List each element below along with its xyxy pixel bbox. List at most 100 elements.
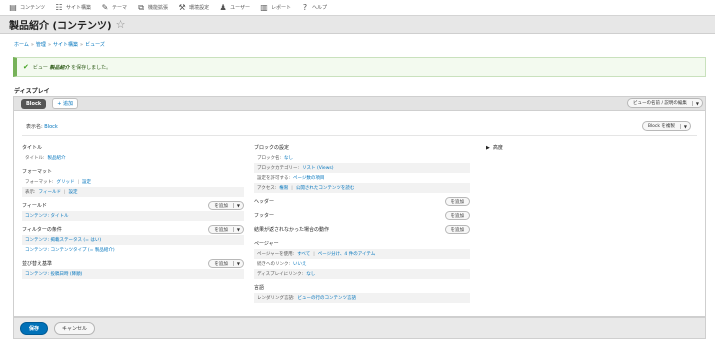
toolbar-label: ユーザー <box>230 5 250 11</box>
field-row: コンテンツ: タイトル <box>22 211 244 221</box>
content-icon: ▤ <box>9 2 17 12</box>
display-link-link[interactable]: なし <box>306 271 315 277</box>
toolbar-label: レポート <box>270 5 291 11</box>
cancel-button[interactable]: キャンセル <box>54 321 96 335</box>
title-row: タイトル: 製品紹介 <box>22 153 244 163</box>
format-settings-link[interactable]: 設定 <box>82 179 91 185</box>
save-button[interactable]: 保存 <box>20 321 49 335</box>
block-category-link[interactable]: リスト (Views) <box>302 165 333 171</box>
shortcut-star-icon[interactable]: ☆ <box>116 19 126 30</box>
filter-add-dropbutton: を追加 ▼ <box>208 225 244 234</box>
row-label: ブロックカテゴリー: <box>257 166 300 171</box>
pager-settings-link[interactable]: ページ分け、4 件のアイテム <box>318 251 376 257</box>
structure-icon: ☷ <box>55 2 63 12</box>
field-link[interactable]: コンテンツ: タイトル <box>25 213 68 219</box>
section-label: フォーマット <box>22 169 53 175</box>
row-label: ディスプレイにリンク: <box>257 272 304 277</box>
toolbar-item-people[interactable]: ♟ ユーザー <box>214 0 255 16</box>
section-block-settings: ブロックの設定 <box>254 142 470 153</box>
displays-heading: ディスプレイ <box>14 88 50 95</box>
pager-row: ページャーを使用: すべて | ページ分け、4 件のアイテム <box>254 249 470 259</box>
admin-toolbar: ▤ コンテンツ ☷ サイト構築 ✎ テーマ ⧉ 機能拡張 ⚒ 環境設定 ♟ ユー… <box>0 0 715 16</box>
no-results-add-dropbutton: を追加 <box>444 225 470 234</box>
add-display-button[interactable]: + 追加 <box>52 98 79 109</box>
chevron-down-icon[interactable]: ▼ <box>232 227 243 232</box>
show-value-link[interactable]: フィールド <box>39 189 61 195</box>
allow-settings-row: 設定を許可する: ページ数の項目 <box>254 173 470 183</box>
divider: | <box>313 251 315 257</box>
reports-icon: ▥ <box>260 2 268 12</box>
toolbar-label: テーマ <box>112 5 128 11</box>
breadcrumb-home[interactable]: ホーム <box>14 42 29 48</box>
section-label: フィルターの条件 <box>22 227 62 233</box>
chevron-down-icon[interactable]: ▼ <box>232 203 243 208</box>
filter-row: コンテンツ: 掲載ステータス (= はい) <box>22 235 244 245</box>
row-label: 続きへのリンク: <box>257 262 291 267</box>
sort-row: コンテンツ: 投稿日時 (降順) <box>22 269 244 279</box>
show-settings-link[interactable]: 設定 <box>68 189 77 195</box>
breadcrumb-admin[interactable]: 管理 <box>36 42 46 48</box>
advanced-label: 高度 <box>492 145 503 151</box>
block-name-link[interactable]: なし <box>284 155 293 161</box>
render-language-row: レンダリング言語: ビューの行のコンテンツ言語 <box>254 293 470 303</box>
sort-link[interactable]: コンテンツ: 投稿日時 (降順) <box>25 271 82 277</box>
section-label: 結果が返されなかった場合の動作 <box>254 227 330 233</box>
more-link-link[interactable]: いいえ <box>293 261 307 267</box>
fields-add-button[interactable]: を追加 <box>209 203 233 209</box>
no-results-add-button[interactable]: を追加 <box>446 227 470 233</box>
format-value-link[interactable]: グリッド <box>57 179 75 185</box>
footer-add-button[interactable]: を追加 <box>446 213 470 219</box>
filter-add-button[interactable]: を追加 <box>209 227 233 233</box>
section-label: タイトル <box>22 145 43 151</box>
people-icon: ♟ <box>219 2 227 12</box>
message-view-name: 製品紹介 <box>49 64 70 71</box>
sort-add-button[interactable]: を追加 <box>209 261 233 267</box>
toolbar-label: ヘルプ <box>312 5 328 11</box>
breadcrumb-views[interactable]: ビューズ <box>85 42 105 48</box>
display-settings-panel: 表示名: Block Block を複製 ▼ タイトル タイトル: 製品紹介 フ… <box>13 111 706 317</box>
message-prefix: ビュー <box>32 64 48 71</box>
allow-settings-link[interactable]: ページ数の項目 <box>293 175 324 181</box>
toolbar-item-appearance[interactable]: ✎ テーマ <box>96 0 132 16</box>
advanced-toggle[interactable]: ▶ 高度 <box>486 142 696 153</box>
plus-icon: + <box>57 101 62 107</box>
display-link-row: ディスプレイにリンク: なし <box>254 269 470 279</box>
section-label: ヘッダー <box>254 199 275 205</box>
header-add-button[interactable]: を追加 <box>446 199 470 205</box>
chevron-down-icon[interactable]: ▼ <box>691 100 702 106</box>
access-settings-link[interactable]: 公開されたコンテンツを読む <box>296 185 355 191</box>
filter-link[interactable]: コンテンツ: コンテンツタイプ (= 製品紹介) <box>25 247 115 253</box>
duplicate-display-dropbutton: Block を複製 ▼ <box>641 121 691 131</box>
tab-block[interactable]: Block <box>21 98 47 109</box>
access-link[interactable]: 権限 <box>279 185 288 191</box>
toolbar-item-content[interactable]: ▤ コンテンツ <box>4 0 50 16</box>
toolbar-label: サイト構築 <box>66 5 92 11</box>
pager-link[interactable]: すべて <box>297 251 310 257</box>
filter-link[interactable]: コンテンツ: 掲載ステータス (= はい) <box>25 237 101 243</box>
toolbar-label: コンテンツ <box>20 5 46 11</box>
duplicate-display-button[interactable]: Block を複製 <box>643 123 680 129</box>
title-value-link[interactable]: 製品紹介 <box>48 155 66 161</box>
block-category-row: ブロックカテゴリー: リスト (Views) <box>254 163 470 173</box>
header-add-dropbutton: を追加 <box>444 197 470 206</box>
toolbar-item-help[interactable]: ? ヘルプ <box>296 0 332 16</box>
chevron-down-icon[interactable]: ▼ <box>232 261 243 266</box>
section-header: ヘッダー を追加 <box>254 196 470 207</box>
section-label: フッター <box>254 213 275 219</box>
add-display-label: 追加 <box>63 101 74 107</box>
toolbar-item-config[interactable]: ⚒ 環境設定 <box>173 0 214 16</box>
toolbar-item-structure[interactable]: ☷ サイト構築 <box>50 0 96 16</box>
show-row: 表示: フィールド | 設定 <box>22 187 244 197</box>
toolbar-item-reports[interactable]: ▥ レポート <box>255 0 296 16</box>
config-icon: ⚒ <box>178 2 186 12</box>
breadcrumb-structure[interactable]: サイト構築 <box>53 42 78 48</box>
row-label: アクセス: <box>257 186 277 191</box>
display-name-link[interactable]: Block <box>44 124 58 130</box>
chevron-down-icon[interactable]: ▼ <box>679 123 690 129</box>
render-language-link[interactable]: ビューの行のコンテンツ言語 <box>298 295 357 301</box>
appearance-icon: ✎ <box>101 2 109 12</box>
edit-view-name-button[interactable]: ビューの名前 / 説明の編集 <box>628 100 692 106</box>
filter-row: コンテンツ: コンテンツタイプ (= 製品紹介) <box>22 245 244 255</box>
toolbar-item-extend[interactable]: ⧉ 機能拡張 <box>132 0 173 16</box>
message-suffix: を保存しました。 <box>71 64 112 71</box>
